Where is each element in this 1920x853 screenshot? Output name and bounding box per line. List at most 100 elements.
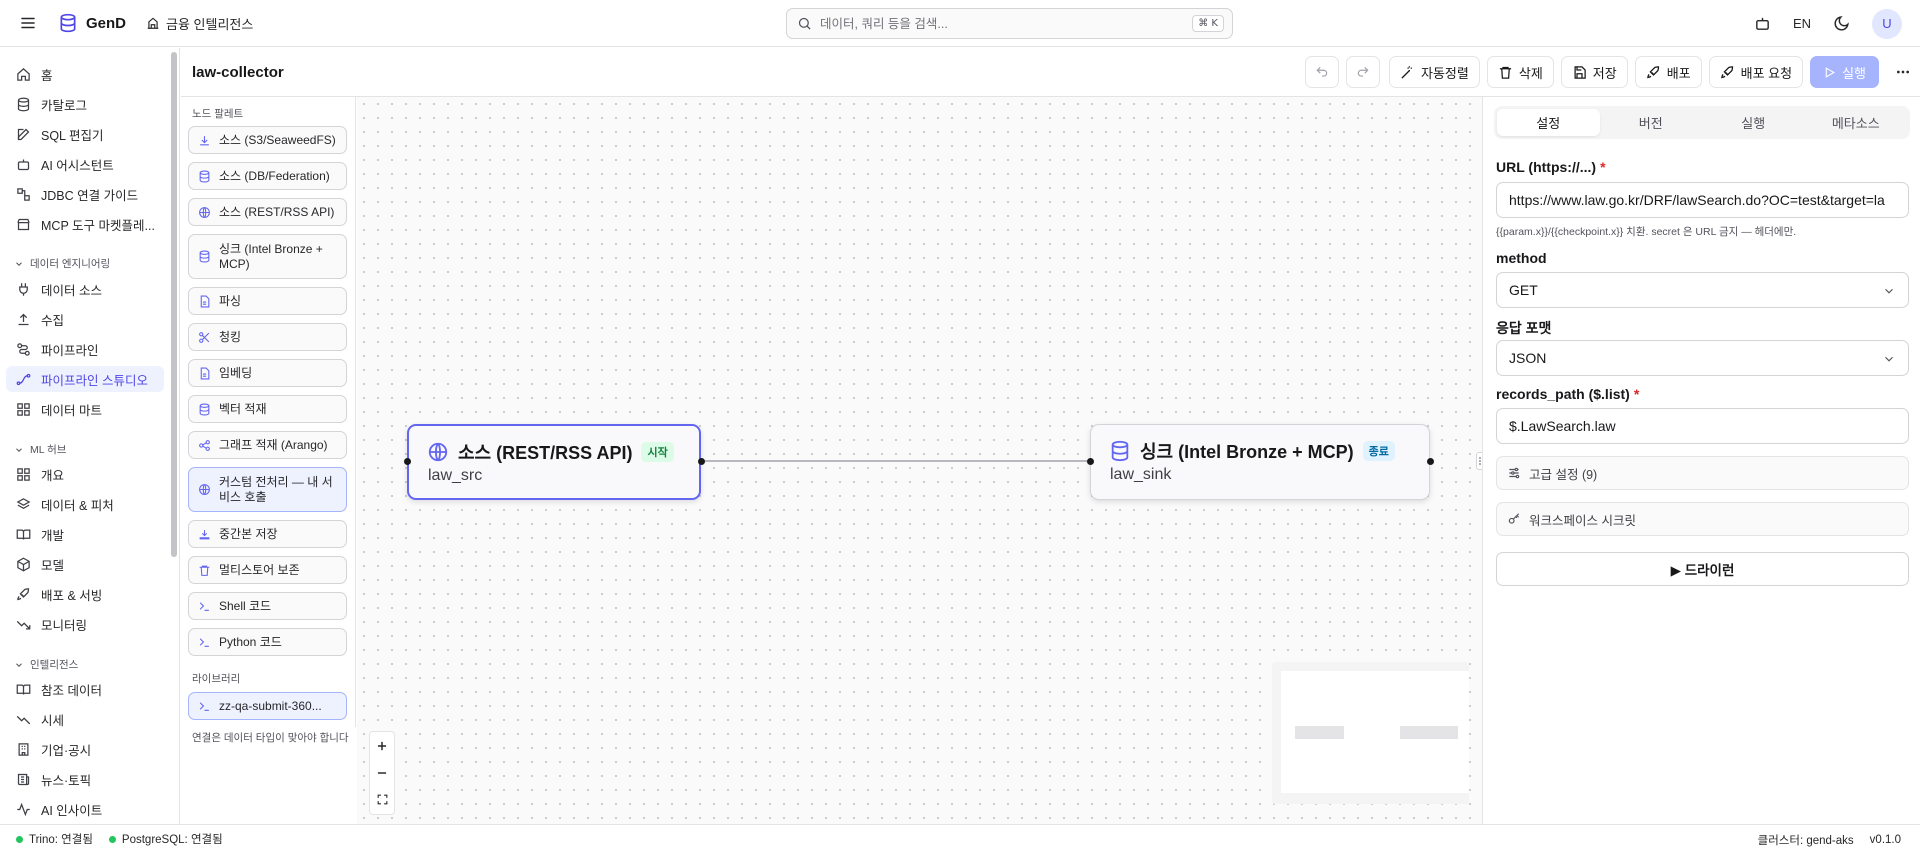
sidebar-item-label: 개요 — [41, 468, 65, 483]
palette-item-sink-intel[interactable]: 싱크 (Intel Bronze + MCP) — [188, 234, 347, 279]
palette-item-embedding[interactable]: 임베딩 — [188, 359, 347, 387]
brand-logo[interactable]: GenD — [58, 13, 126, 33]
node-output-port[interactable] — [698, 458, 705, 465]
palette-item-source-s3[interactable]: 소스 (S3/SeaweedFS) — [188, 126, 347, 154]
palette-item-custom-preprocess[interactable]: 커스텀 전처리 — 내 서비스 호출 — [188, 467, 347, 512]
url-input[interactable]: https://www.law.go.kr/DRF/lawSearch.do?O… — [1496, 182, 1909, 218]
zoom-out-icon[interactable] — [370, 759, 394, 786]
sidebar-item-models[interactable]: 모델 — [6, 551, 164, 577]
redo-button[interactable] — [1346, 56, 1381, 88]
workspace-selector[interactable]: 금융 인텔리전스 — [146, 14, 253, 33]
sidebar-item-news-topics[interactable]: 뉴스·토픽 — [6, 766, 164, 792]
global-search[interactable]: ⌘ K — [786, 8, 1233, 39]
sidebar-item-pipeline[interactable]: 파이프라인 — [6, 336, 164, 362]
bot-icon[interactable] — [1754, 15, 1771, 32]
sidebar-item-ai-insights[interactable]: AI 인사이트 — [6, 796, 164, 822]
advanced-settings-button[interactable]: 고급 설정 (9) — [1496, 456, 1909, 490]
zoom-in-icon[interactable] — [370, 732, 394, 759]
sidebar-item-pipeline-studio[interactable]: 파이프라인 스튜디오 — [6, 366, 164, 392]
more-icon[interactable] — [1886, 56, 1920, 88]
palette-item-label: Shell 코드 — [219, 598, 272, 613]
sidebar-item-quotes[interactable]: 시세 — [6, 706, 164, 732]
palette-item-intermediate-save[interactable]: 중간본 저장 — [188, 520, 347, 548]
menu-icon[interactable] — [14, 9, 42, 37]
tab-versions[interactable]: 버전 — [1600, 109, 1703, 136]
palette-item-graph-load[interactable]: 그래프 적재 (Arango) — [188, 431, 347, 459]
sidebar-item-corporate-filings[interactable]: 기업·공시 — [6, 736, 164, 762]
delete-label: 삭제 — [1518, 65, 1543, 81]
sidebar-item-sql-editor[interactable]: SQL 편집기 — [6, 121, 164, 147]
database-icon — [58, 13, 78, 33]
sidebar-item-reference-data[interactable]: 참조 데이터 — [6, 676, 164, 702]
language-toggle[interactable]: EN — [1793, 16, 1811, 31]
wand-icon — [1400, 65, 1415, 80]
save-button[interactable]: 저장 — [1560, 56, 1628, 88]
node-name: law_src — [428, 467, 483, 484]
palette-item-multistore[interactable]: 멀티스토어 보존 — [188, 556, 347, 584]
tab-meta-source[interactable]: 메타소스 — [1805, 109, 1908, 136]
palette-item-python-code[interactable]: Python 코드 — [188, 628, 347, 656]
node-input-port[interactable] — [1087, 458, 1094, 465]
book-icon — [16, 527, 31, 542]
moon-icon[interactable] — [1833, 15, 1850, 32]
sidebar-scrollbar[interactable] — [171, 52, 177, 557]
palette-item-parse[interactable]: 파싱 — [188, 287, 347, 315]
avatar[interactable]: U — [1872, 8, 1902, 39]
plug-icon — [16, 187, 31, 202]
sidebar-item-catalog[interactable]: 카탈로그 — [6, 91, 164, 117]
sidebar-group-intelligence[interactable]: 인텔리전스 — [14, 657, 78, 672]
records-path-input[interactable]: $.LawSearch.law — [1496, 408, 1909, 444]
sidebar-item-overview[interactable]: 개요 — [6, 461, 164, 487]
top-bar: GenD 금융 인텔리전스 ⌘ K EN U — [0, 0, 1920, 47]
pipeline-canvas[interactable]: 소스 (REST/RSS API) 시작 law_src 싱크 (Intel B… — [357, 97, 1482, 824]
layers-icon — [16, 497, 31, 512]
node-law-sink[interactable]: 싱크 (Intel Bronze + MCP) 종료 law_sink — [1090, 424, 1430, 500]
library-item[interactable]: zz-qa-submit-360... — [188, 692, 347, 720]
sidebar-group-ml-hub[interactable]: ML 허브 — [14, 442, 66, 457]
palette-item-label: 소스 (S3/SeaweedFS) — [219, 132, 336, 147]
url-value: https://www.law.go.kr/DRF/lawSearch.do?O… — [1509, 192, 1885, 208]
search-input[interactable] — [820, 16, 1185, 31]
node-input-port[interactable] — [404, 458, 411, 465]
palette-item-source-db[interactable]: 소스 (DB/Federation) — [188, 162, 347, 190]
palette-item-vector-load[interactable]: 벡터 적재 — [188, 395, 347, 423]
sidebar-item-label: 카탈로그 — [41, 98, 88, 113]
chevron-down-icon — [1882, 284, 1896, 298]
sidebar-item-data-sources[interactable]: 데이터 소스 — [6, 276, 164, 302]
sidebar-item-ingest[interactable]: 수집 — [6, 306, 164, 332]
sidebar-item-data-features[interactable]: 데이터 & 피처 — [6, 491, 164, 517]
dry-run-button[interactable]: ▶ 드라이런 — [1496, 552, 1909, 586]
format-select[interactable]: JSON — [1496, 340, 1909, 376]
sidebar-item-deploy-serving[interactable]: 배포 & 서빙 — [6, 581, 164, 607]
sidebar-group-data-engineering[interactable]: 데이터 엔지니어링 — [14, 256, 110, 271]
palette-item-source-rest[interactable]: 소스 (REST/RSS API) — [188, 198, 347, 226]
minimap[interactable] — [1272, 662, 1469, 804]
sidebar-item-development[interactable]: 개발 — [6, 521, 164, 547]
delete-button[interactable]: 삭제 — [1486, 56, 1554, 88]
undo-button[interactable] — [1305, 56, 1340, 88]
run-button[interactable]: 실행 — [1810, 56, 1879, 88]
url-label-text: URL (https://...) — [1496, 159, 1597, 175]
workspace-secrets-button[interactable]: 워크스페이스 시크릿 — [1496, 502, 1909, 536]
store-icon — [16, 217, 31, 232]
sidebar-item-home[interactable]: 홈 — [6, 61, 164, 87]
sidebar-item-monitoring[interactable]: 모니터링 — [6, 611, 164, 637]
palette-item-shell-code[interactable]: Shell 코드 — [188, 592, 347, 620]
node-law-src[interactable]: 소스 (REST/RSS API) 시작 law_src — [407, 424, 701, 500]
node-output-port[interactable] — [1427, 458, 1434, 465]
palette-item-chunk[interactable]: 청킹 — [188, 323, 347, 351]
postgres-status: PostgreSQL: 연결됨 — [108, 831, 223, 847]
deploy-request-button[interactable]: 배포 요청 — [1708, 56, 1804, 88]
sidebar-item-ai-assistant[interactable]: AI 어시스턴트 — [6, 151, 164, 177]
tab-settings[interactable]: 설정 — [1497, 109, 1600, 136]
fit-view-icon[interactable] — [370, 786, 394, 813]
sidebar-item-jdbc-guide[interactable]: JDBC 연결 가이드 — [6, 181, 164, 207]
tab-runs[interactable]: 실행 — [1702, 109, 1805, 136]
auto-layout-button[interactable]: 자동정렬 — [1389, 56, 1480, 88]
method-select[interactable]: GET — [1496, 272, 1909, 308]
sidebar-item-mcp-marketplace[interactable]: MCP 도구 마켓플레... — [6, 211, 164, 237]
sidebar-item-label: 뉴스·토픽 — [41, 773, 92, 788]
deploy-button[interactable]: 배포 — [1634, 56, 1702, 88]
records-path-label: records_path ($.list) * — [1496, 386, 1639, 402]
sidebar-item-data-mart[interactable]: 데이터 마트 — [6, 396, 164, 422]
